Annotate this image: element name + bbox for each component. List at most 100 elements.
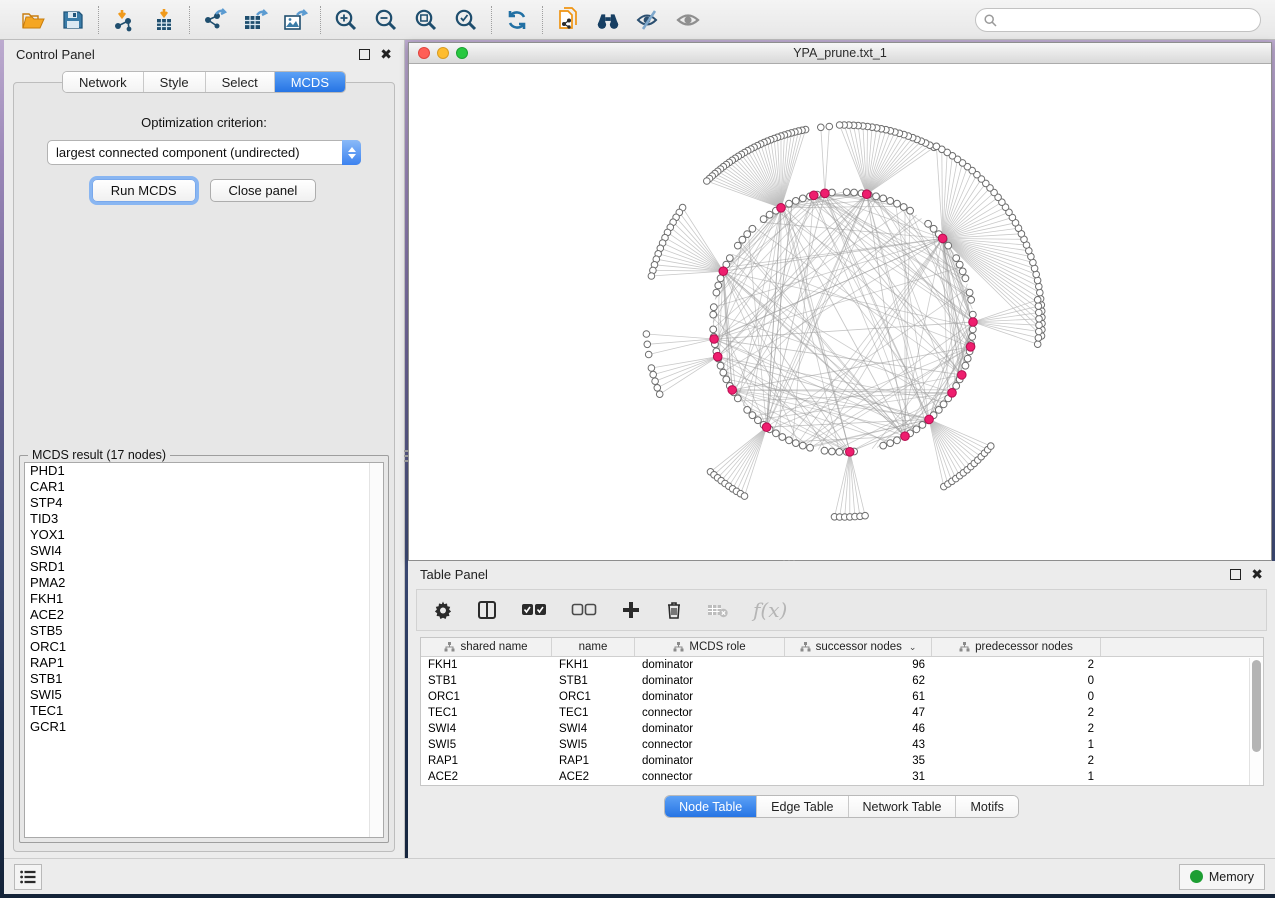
column-header-name[interactable]: name bbox=[552, 638, 635, 656]
table-row[interactable]: YOX1YOX1connector291 bbox=[421, 785, 1263, 786]
network-window-titlebar[interactable]: YPA_prune.txt_1 bbox=[409, 43, 1271, 64]
mcds-result-item[interactable]: STP4 bbox=[25, 495, 383, 511]
vertical-splitter-handle[interactable] bbox=[404, 450, 408, 464]
table-row[interactable]: TEC1TEC1connector472 bbox=[421, 705, 1263, 721]
memory-label: Memory bbox=[1209, 870, 1254, 884]
network-view-window: YPA_prune.txt_1 bbox=[408, 42, 1272, 561]
mcds-result-item[interactable]: SRD1 bbox=[25, 559, 383, 575]
cell-shared_name: ACE2 bbox=[421, 769, 552, 785]
maximize-window-icon[interactable] bbox=[456, 47, 468, 59]
save-session-button[interactable] bbox=[60, 7, 86, 33]
mcds-result-item[interactable]: ACE2 bbox=[25, 607, 383, 623]
column-header-predecessor-nodes[interactable]: predecessor nodes bbox=[932, 638, 1101, 656]
cell-mcds_role: dominator bbox=[635, 753, 785, 769]
select-value: largest connected component (undirected) bbox=[48, 145, 342, 160]
zoom-in-button[interactable] bbox=[333, 7, 359, 33]
table-row[interactable]: SWI5SWI5connector431 bbox=[421, 737, 1263, 753]
tab-node-table[interactable]: Node Table bbox=[665, 796, 757, 817]
tab-select[interactable]: Select bbox=[206, 72, 275, 92]
show-all-button[interactable] bbox=[675, 7, 701, 33]
tab-motifs[interactable]: Motifs bbox=[956, 796, 1017, 817]
column-header-shared-name[interactable]: shared name bbox=[421, 638, 552, 656]
column-header-successor-nodes[interactable]: successor nodes⌄ bbox=[785, 638, 932, 656]
mcds-result-item[interactable]: YOX1 bbox=[25, 527, 383, 543]
zoom-out-button[interactable] bbox=[373, 7, 399, 33]
table-row[interactable]: ACE2ACE2connector311 bbox=[421, 769, 1263, 785]
select-all-rows-button[interactable] bbox=[521, 603, 547, 617]
minimize-window-icon[interactable] bbox=[437, 47, 449, 59]
delete-column-button[interactable] bbox=[665, 600, 683, 620]
function-builder-button: f(x) bbox=[753, 598, 787, 622]
zoom-selected-button[interactable] bbox=[453, 7, 479, 33]
table-row[interactable]: RAP1RAP1dominator352 bbox=[421, 753, 1263, 769]
mcds-result-item[interactable]: CAR1 bbox=[25, 479, 383, 495]
tab-style[interactable]: Style bbox=[144, 72, 206, 92]
mcds-result-item[interactable]: PMA2 bbox=[25, 575, 383, 591]
zoom-fit-button[interactable] bbox=[413, 7, 439, 33]
cell-shared_name: STB1 bbox=[421, 673, 552, 689]
import-table-button[interactable] bbox=[151, 7, 177, 33]
export-image-button[interactable] bbox=[282, 7, 308, 33]
table-row[interactable]: SWI4SWI4dominator462 bbox=[421, 721, 1263, 737]
mcds-result-item[interactable]: ORC1 bbox=[25, 639, 383, 655]
float-panel-icon[interactable] bbox=[359, 49, 370, 60]
table-row[interactable]: ORC1ORC1dominator610 bbox=[421, 689, 1263, 705]
mcds-result-item[interactable]: TID3 bbox=[25, 511, 383, 527]
status-bar: Memory bbox=[4, 858, 1275, 894]
hide-selected-button[interactable] bbox=[635, 7, 661, 33]
column-header-MCDS-role[interactable]: MCDS role bbox=[635, 638, 785, 656]
run-mcds-button[interactable]: Run MCDS bbox=[92, 179, 196, 202]
table-vertical-scrollbar[interactable] bbox=[1249, 658, 1263, 785]
node-table: shared namenameMCDS rolesuccessor nodes⌄… bbox=[420, 637, 1264, 786]
mcds-result-item[interactable]: GCR1 bbox=[25, 719, 383, 735]
clone-network-button[interactable] bbox=[555, 7, 581, 33]
optimization-criterion-label: Optimization criterion: bbox=[14, 115, 394, 130]
mcds-result-item[interactable]: FKH1 bbox=[25, 591, 383, 607]
memory-button[interactable]: Memory bbox=[1179, 864, 1265, 890]
refresh-button[interactable] bbox=[504, 7, 530, 33]
cell-predecessor_nodes: 2 bbox=[932, 721, 1101, 737]
mcds-result-item[interactable]: SWI5 bbox=[25, 687, 383, 703]
result-list-scrollbar[interactable] bbox=[369, 463, 383, 837]
close-panel-icon[interactable]: ✖ bbox=[380, 49, 392, 60]
export-table-icon bbox=[242, 8, 268, 32]
table-row[interactable]: STB1STB1dominator620 bbox=[421, 673, 1263, 689]
mcds-result-item[interactable]: STB5 bbox=[25, 623, 383, 639]
mcds-result-item[interactable]: TEC1 bbox=[25, 703, 383, 719]
deselect-all-rows-button[interactable] bbox=[571, 603, 597, 617]
close-window-icon[interactable] bbox=[418, 47, 430, 59]
import-network-button[interactable] bbox=[111, 7, 137, 33]
gear-icon bbox=[433, 600, 453, 620]
mcds-result-item[interactable]: RAP1 bbox=[25, 655, 383, 671]
first-neighbors-button[interactable] bbox=[595, 7, 621, 33]
show-task-history-button[interactable] bbox=[14, 864, 42, 890]
scrollbar-thumb[interactable] bbox=[1252, 660, 1261, 752]
open-file-button[interactable] bbox=[20, 7, 46, 33]
close-table-panel-icon[interactable]: ✖ bbox=[1251, 569, 1263, 580]
unchecked-boxes-icon bbox=[571, 603, 597, 617]
delete-table-icon bbox=[707, 602, 729, 618]
mcds-result-item[interactable]: STB1 bbox=[25, 671, 383, 687]
export-table-button[interactable] bbox=[242, 7, 268, 33]
search-input[interactable] bbox=[975, 8, 1261, 32]
add-column-button[interactable] bbox=[621, 600, 641, 620]
tab-edge-table[interactable]: Edge Table bbox=[757, 796, 848, 817]
optimization-criterion-select[interactable]: largest connected component (undirected) bbox=[47, 140, 361, 165]
import-network-icon bbox=[112, 8, 136, 32]
mcds-result-item[interactable]: SWI4 bbox=[25, 543, 383, 559]
clone-network-icon bbox=[556, 7, 580, 33]
column-type-icon bbox=[959, 642, 970, 652]
tab-network[interactable]: Network bbox=[63, 72, 144, 92]
export-network-icon bbox=[202, 8, 228, 32]
network-canvas[interactable] bbox=[409, 64, 1271, 560]
float-table-panel-icon[interactable] bbox=[1230, 569, 1241, 580]
export-network-button[interactable] bbox=[202, 7, 228, 33]
table-settings-button[interactable] bbox=[433, 600, 453, 620]
show-column-button[interactable] bbox=[477, 600, 497, 620]
tab-network-table[interactable]: Network Table bbox=[849, 796, 957, 817]
mcds-result-item[interactable]: PHD1 bbox=[25, 463, 383, 479]
table-row[interactable]: FKH1FKH1dominator962 bbox=[421, 657, 1263, 673]
mcds-result-list[interactable]: PHD1CAR1STP4TID3YOX1SWI4SRD1PMA2FKH1ACE2… bbox=[24, 462, 384, 838]
close-panel-button[interactable]: Close panel bbox=[210, 179, 317, 202]
tab-mcds[interactable]: MCDS bbox=[275, 72, 345, 92]
